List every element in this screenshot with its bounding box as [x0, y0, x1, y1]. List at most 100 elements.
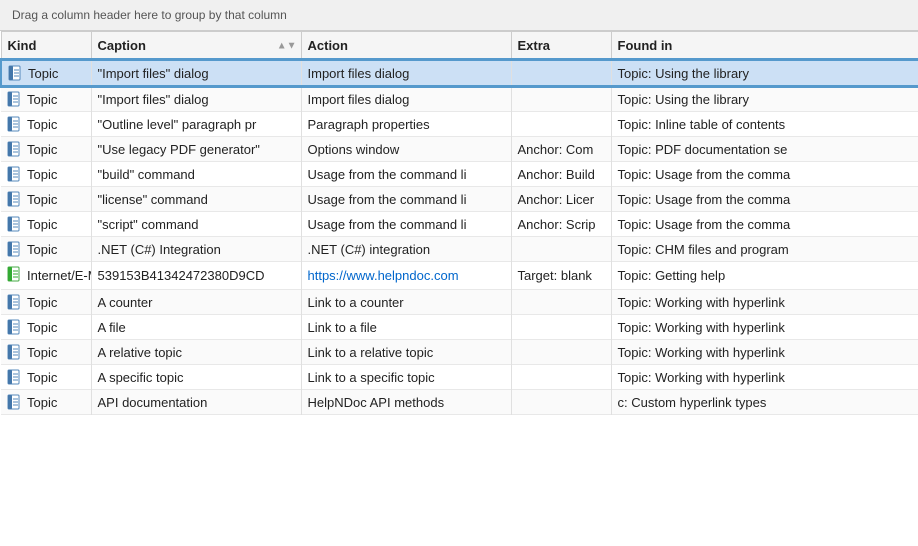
table-row[interactable]: Topic"Outline level" paragraph prParagra…	[1, 112, 918, 137]
cell-extra	[511, 112, 611, 137]
cell-action: Import files dialog	[301, 60, 511, 86]
cell-extra: Anchor: Build	[511, 162, 611, 187]
cell-action: Usage from the command li	[301, 212, 511, 237]
cell-found-in: Topic: Using the library	[611, 60, 918, 86]
cell-found-in: Topic: PDF documentation se	[611, 137, 918, 162]
cell-found-in: Topic: Usage from the comma	[611, 187, 918, 212]
topic-icon	[7, 191, 23, 207]
cell-caption: "Outline level" paragraph pr	[91, 112, 301, 137]
results-table: Kind Caption ▲▼ Action Extra Found in	[0, 31, 918, 415]
topic-icon	[8, 65, 24, 81]
cell-extra	[511, 315, 611, 340]
cell-found-in: Topic: Working with hyperlink	[611, 365, 918, 390]
internet-icon	[7, 266, 23, 285]
cell-caption: "Import files" dialog	[91, 60, 301, 86]
cell-found-in: Topic: Using the library	[611, 86, 918, 112]
cell-kind: Topic	[1, 340, 91, 365]
cell-caption: 539153B41342472380D9CD	[91, 262, 301, 290]
col-header-kind[interactable]: Kind	[1, 32, 91, 61]
cell-caption: "build" command	[91, 162, 301, 187]
cell-action: Options window	[301, 137, 511, 162]
table-row[interactable]: Topic.NET (C#) Integration.NET (C#) inte…	[1, 237, 918, 262]
cell-kind: Topic	[1, 86, 91, 112]
cell-caption: "Import files" dialog	[91, 86, 301, 112]
cell-caption: A relative topic	[91, 340, 301, 365]
cell-action: Link to a counter	[301, 290, 511, 315]
sort-icon-caption: ▲▼	[277, 40, 297, 51]
cell-kind: Topic	[1, 60, 91, 86]
col-header-caption[interactable]: Caption ▲▼	[91, 32, 301, 61]
cell-kind: Topic	[1, 315, 91, 340]
table-row[interactable]: TopicA specific topicLink to a specific …	[1, 365, 918, 390]
col-header-action[interactable]: Action	[301, 32, 511, 61]
table-row[interactable]: Topic"Use legacy PDF generator"Options w…	[1, 137, 918, 162]
table-row[interactable]: Topic"script" commandUsage from the comm…	[1, 212, 918, 237]
table-row[interactable]: Internet/E-M539153B41342472380D9CDhttps:…	[1, 262, 918, 290]
cell-action: Link to a specific topic	[301, 365, 511, 390]
cell-kind: Topic	[1, 212, 91, 237]
cell-extra	[511, 290, 611, 315]
cell-extra	[511, 365, 611, 390]
cell-action: Link to a file	[301, 315, 511, 340]
table-row[interactable]: TopicAPI documentationHelpNDoc API metho…	[1, 390, 918, 415]
cell-kind: Topic	[1, 112, 91, 137]
col-header-extra[interactable]: Extra	[511, 32, 611, 61]
topic-icon	[7, 216, 23, 232]
cell-extra: Anchor: Com	[511, 137, 611, 162]
cell-found-in: Topic: Working with hyperlink	[611, 315, 918, 340]
cell-kind: Topic	[1, 365, 91, 390]
cell-found-in: Topic: CHM files and program	[611, 237, 918, 262]
drag-group-header: Drag a column header here to group by th…	[0, 0, 918, 31]
topic-icon	[7, 91, 23, 107]
topic-icon	[7, 166, 23, 182]
cell-caption: .NET (C#) Integration	[91, 237, 301, 262]
cell-action: Usage from the command li	[301, 187, 511, 212]
cell-kind: Topic	[1, 187, 91, 212]
table-row[interactable]: TopicA relative topicLink to a relative …	[1, 340, 918, 365]
cell-extra: Target: blank	[511, 262, 611, 290]
cell-action: Link to a relative topic	[301, 340, 511, 365]
cell-extra	[511, 340, 611, 365]
cell-caption: A counter	[91, 290, 301, 315]
cell-extra	[511, 86, 611, 112]
topic-icon	[7, 319, 23, 335]
cell-kind: Topic	[1, 390, 91, 415]
topic-icon	[7, 141, 23, 157]
topic-icon	[7, 116, 23, 132]
cell-caption: "Use legacy PDF generator"	[91, 137, 301, 162]
cell-action: HelpNDoc API methods	[301, 390, 511, 415]
topic-icon	[7, 344, 23, 360]
cell-kind: Topic	[1, 237, 91, 262]
cell-action: .NET (C#) integration	[301, 237, 511, 262]
cell-extra: Anchor: Scrip	[511, 212, 611, 237]
data-grid: Kind Caption ▲▼ Action Extra Found in	[0, 31, 918, 415]
topic-icon	[7, 294, 23, 310]
cell-caption: A file	[91, 315, 301, 340]
cell-found-in: Topic: Usage from the comma	[611, 212, 918, 237]
cell-kind: Internet/E-M	[1, 262, 91, 290]
cell-found-in: Topic: Working with hyperlink	[611, 290, 918, 315]
table-row[interactable]: Topic"Import files" dialogImport files d…	[1, 60, 918, 86]
cell-found-in: c: Custom hyperlink types	[611, 390, 918, 415]
table-row[interactable]: Topic"license" commandUsage from the com…	[1, 187, 918, 212]
cell-found-in: Topic: Usage from the comma	[611, 162, 918, 187]
topic-icon	[7, 369, 23, 385]
cell-action: Import files dialog	[301, 86, 511, 112]
col-header-foundin[interactable]: Found in	[611, 32, 918, 61]
cell-kind: Topic	[1, 137, 91, 162]
cell-action: https://www.helpndoc.com	[301, 262, 511, 290]
cell-caption: "license" command	[91, 187, 301, 212]
table-row[interactable]: TopicA counterLink to a counterTopic: Wo…	[1, 290, 918, 315]
cell-kind: Topic	[1, 162, 91, 187]
table-row[interactable]: Topic"Import files" dialogImport files d…	[1, 86, 918, 112]
cell-action: Paragraph properties	[301, 112, 511, 137]
table-row[interactable]: Topic"build" commandUsage from the comma…	[1, 162, 918, 187]
topic-icon	[7, 241, 23, 257]
cell-found-in: Topic: Inline table of contents	[611, 112, 918, 137]
cell-caption: API documentation	[91, 390, 301, 415]
cell-extra: Anchor: Licer	[511, 187, 611, 212]
table-row[interactable]: TopicA fileLink to a file Topic: Working …	[1, 315, 918, 340]
cell-found-in: Topic: Working with hyperlink	[611, 340, 918, 365]
cell-extra	[511, 60, 611, 86]
table-header-row: Kind Caption ▲▼ Action Extra Found in	[1, 32, 918, 61]
